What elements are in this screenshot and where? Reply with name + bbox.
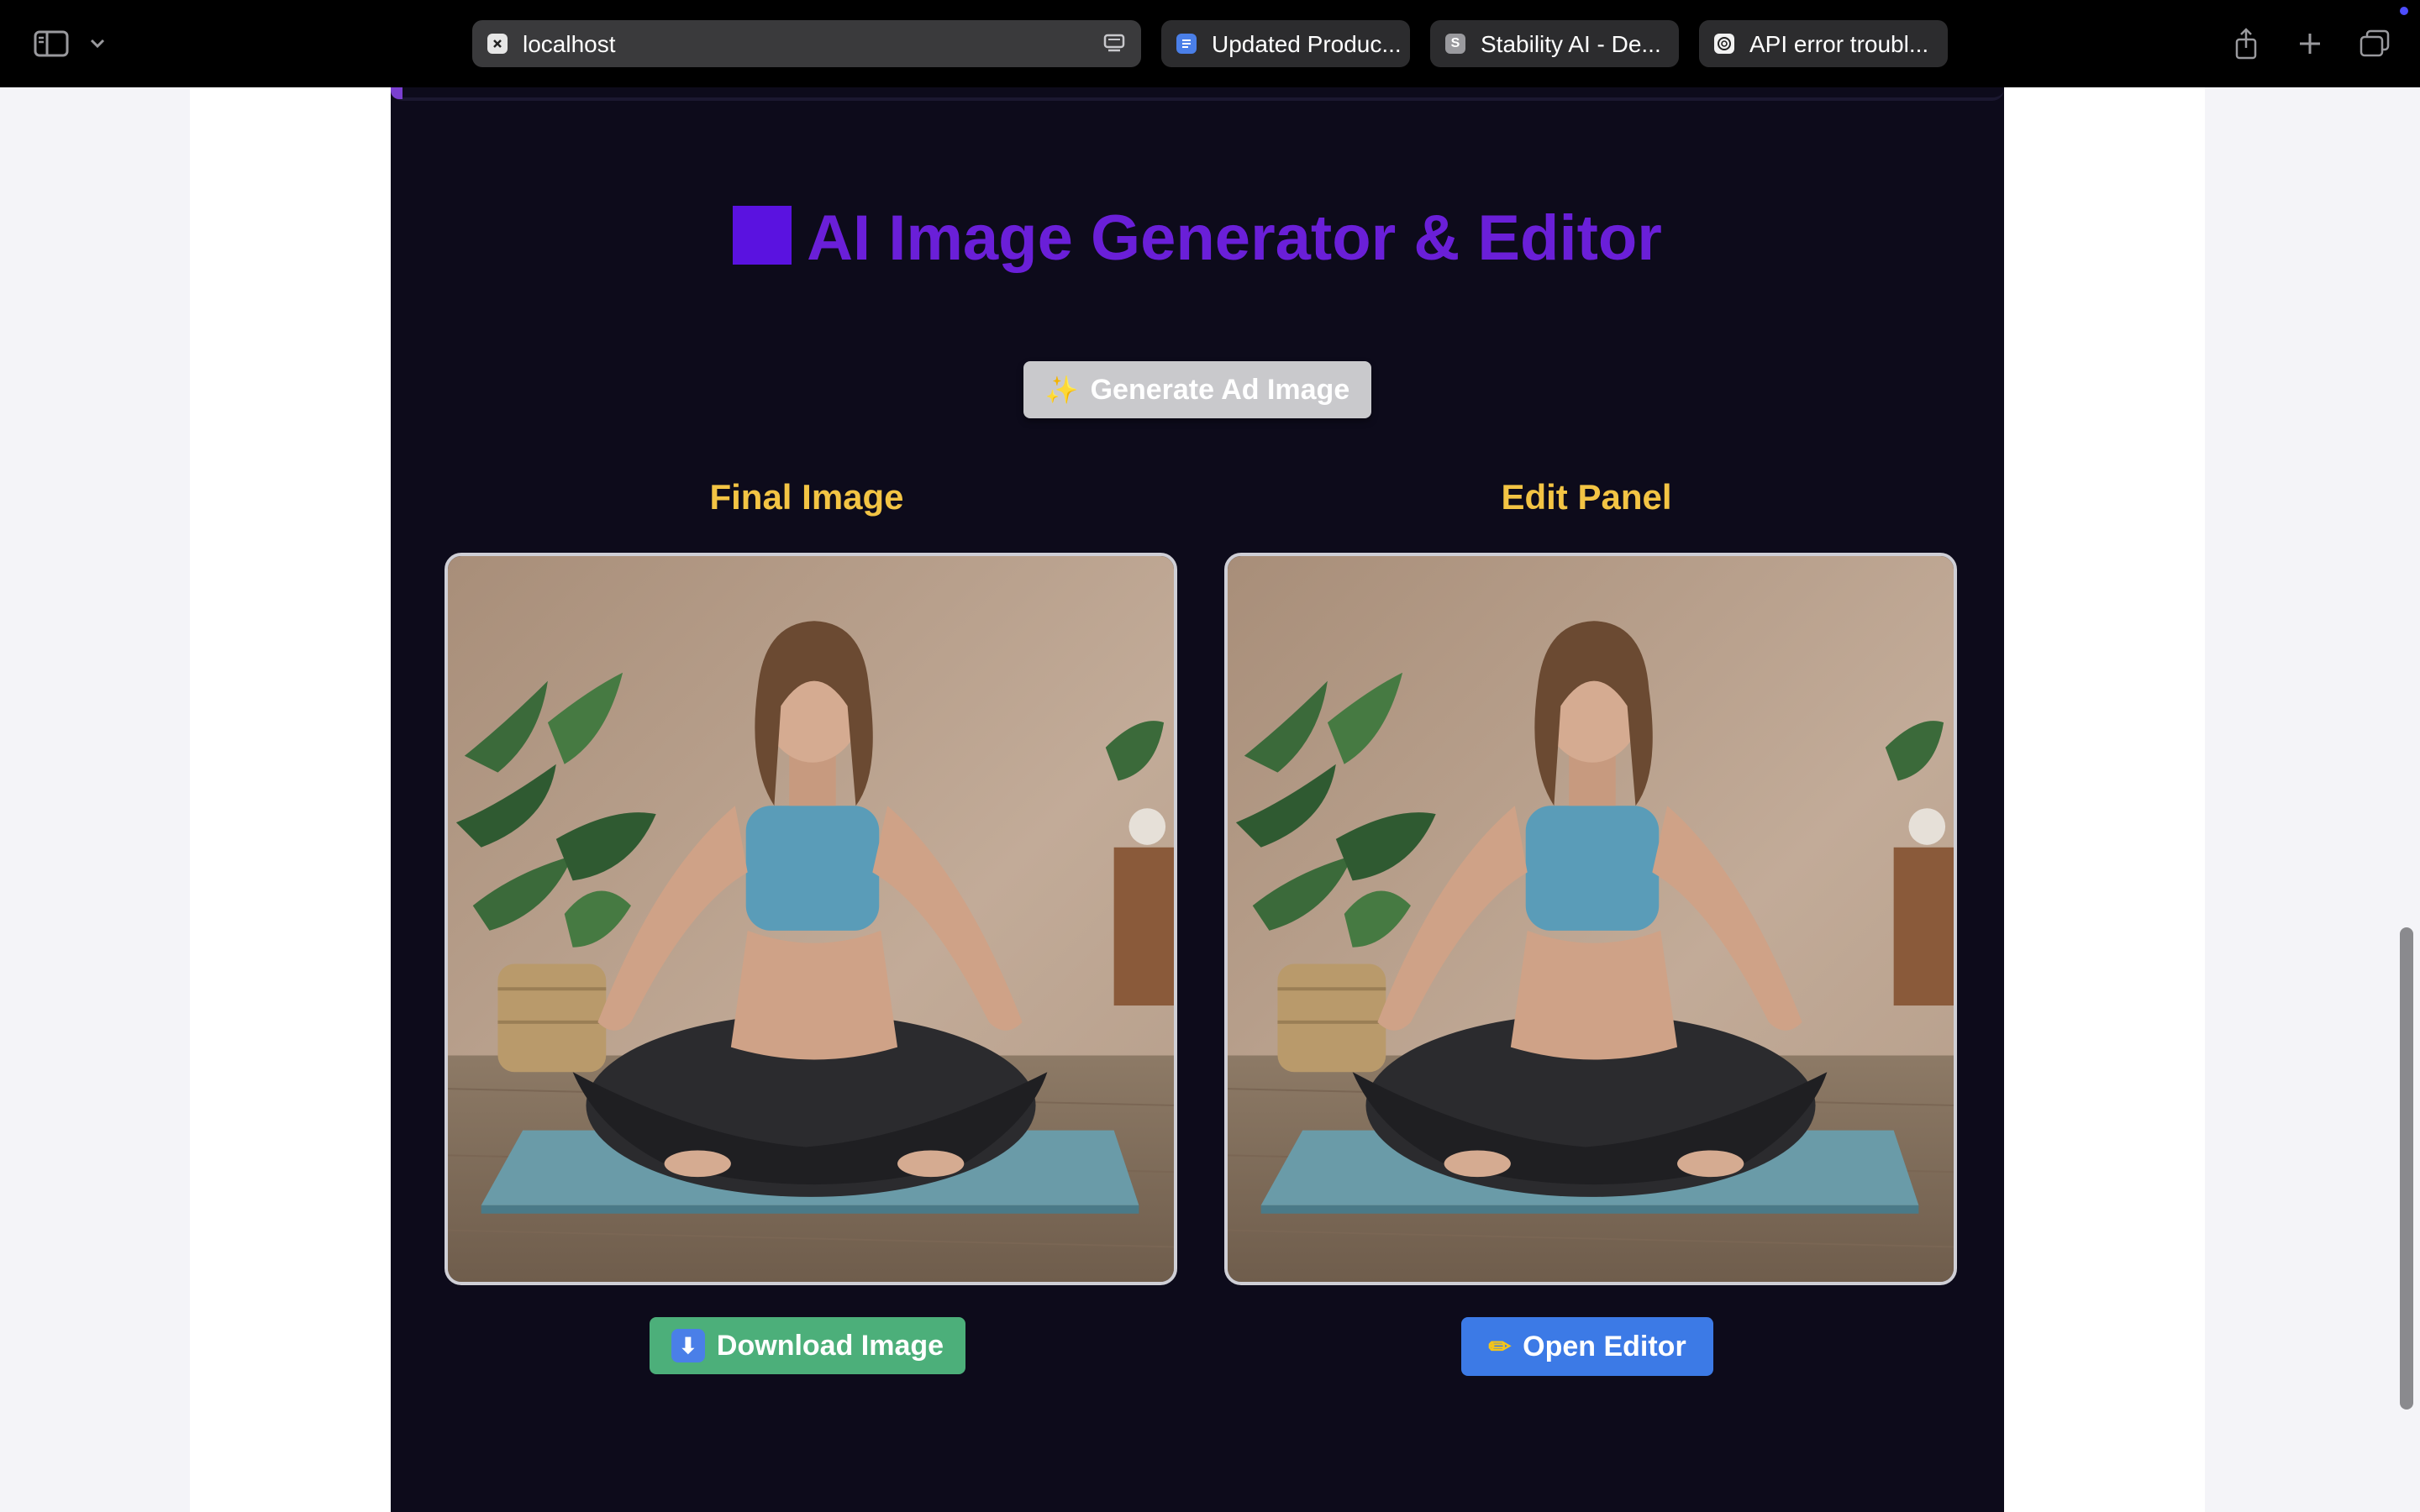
notification-dot (2400, 7, 2408, 15)
pencil-icon: ✏ (1488, 1331, 1512, 1362)
new-tab-icon[interactable] (2296, 25, 2324, 62)
browser-toolbar: localhost Updated Produc... S Stability … (0, 0, 2420, 87)
open-editor-button[interactable]: ✏ Open Editor (1461, 1317, 1713, 1376)
tab-label: Stability AI - De... (1481, 31, 1661, 57)
down-arrow-icon: ⬇ (671, 1329, 705, 1362)
purple-square-icon (733, 206, 792, 265)
site-favicon-icon (487, 34, 508, 54)
open-editor-button-label: Open Editor (1523, 1330, 1686, 1362)
reader-mode-icon[interactable] (1102, 32, 1126, 60)
sparkles-icon: ✨ (1044, 375, 1079, 405)
edit-panel-image (1224, 553, 1957, 1285)
sidebar-toggle-icon[interactable] (32, 25, 71, 62)
chevron-down-icon[interactable] (87, 25, 108, 62)
download-button-label: Download Image (716, 1329, 944, 1362)
address-text: localhost (523, 31, 616, 57)
tab-overview-icon[interactable] (2358, 25, 2391, 62)
tab-label: API error troubl... (1749, 31, 1929, 57)
final-image-title: Final Image (709, 477, 904, 517)
stability-s-icon: S (1445, 34, 1465, 54)
app-title: AI Image Generator & Editor (391, 202, 2004, 275)
share-icon[interactable] (2232, 25, 2260, 62)
generate-ad-image-button[interactable]: ✨ Generate Ad Image (1023, 361, 1371, 418)
app-title-text: AI Image Generator & Editor (807, 202, 1662, 274)
tab-stability-ai[interactable]: S Stability AI - De... (1430, 20, 1679, 67)
tab-updated-product[interactable]: Updated Produc... (1161, 20, 1410, 67)
scrollbar-thumb[interactable] (2400, 927, 2413, 1410)
previous-section-edge (391, 87, 2004, 101)
generate-button-label: Generate Ad Image (1090, 373, 1350, 406)
address-bar[interactable]: localhost (472, 20, 1141, 67)
openai-icon (1714, 34, 1734, 54)
tab-api-error[interactable]: API error troubl... (1699, 20, 1948, 67)
edit-panel-title: Edit Panel (1501, 477, 1672, 517)
download-image-button[interactable]: ⬇ Download Image (650, 1317, 965, 1374)
final-image (445, 553, 1177, 1285)
tab-label: Updated Produc... (1212, 31, 1402, 57)
docs-icon (1176, 34, 1197, 54)
